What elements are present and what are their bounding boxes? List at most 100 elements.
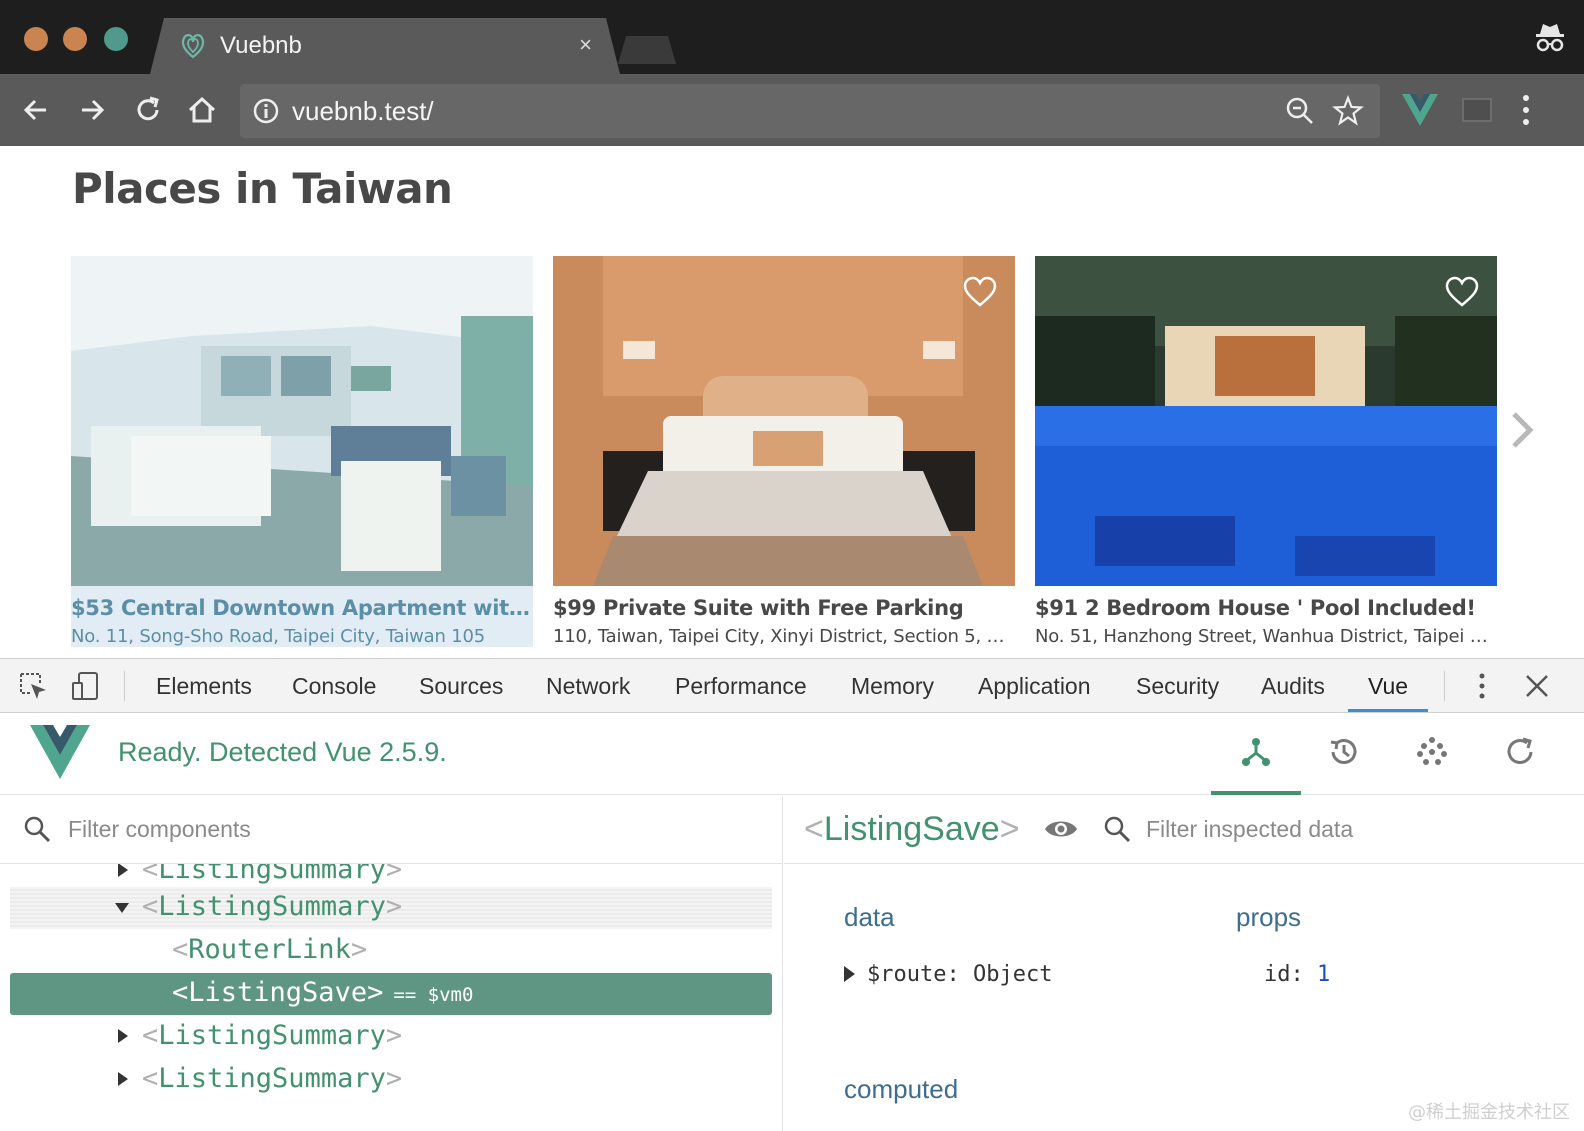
url-text[interactable]: vuebnb.test/ xyxy=(292,96,434,127)
vue-logo xyxy=(30,725,90,779)
browser-tab[interactable]: Vuebnb × xyxy=(150,18,620,74)
route-property[interactable]: $route: Object xyxy=(844,962,1052,987)
tab-console[interactable]: Console xyxy=(292,673,376,700)
listing-photo[interactable] xyxy=(1035,256,1497,586)
expand-arrow-icon[interactable] xyxy=(116,864,130,878)
component-name: ListingSave xyxy=(188,977,368,1008)
browser-toolbar: vuebnb.test/ xyxy=(0,74,1584,146)
component-tree-icon xyxy=(1242,738,1270,766)
component-name: ListingSummary xyxy=(158,1063,386,1094)
inspector-header: <ListingSave> Filter inspected data xyxy=(784,796,1584,864)
device-toolbar-icon[interactable] xyxy=(70,671,100,701)
site-info-icon[interactable] xyxy=(252,97,280,125)
tree-node[interactable]: <RouterLink> xyxy=(10,930,772,972)
forward-arrow-icon[interactable] xyxy=(72,90,112,130)
cast-extension-icon[interactable] xyxy=(1462,98,1492,122)
reload-icon[interactable] xyxy=(128,90,168,130)
tab-security[interactable]: Security xyxy=(1136,673,1219,700)
component-name: ListingSummary xyxy=(158,891,386,922)
tab-sources[interactable]: Sources xyxy=(419,673,503,700)
components-tab-button[interactable] xyxy=(1211,729,1301,795)
search-icon xyxy=(1104,816,1131,843)
new-tab-button[interactable] xyxy=(618,36,676,64)
tree-node[interactable]: <ListingSummary> xyxy=(10,887,772,929)
tab-network[interactable]: Network xyxy=(546,673,630,700)
back-arrow-icon[interactable] xyxy=(16,90,56,130)
eye-icon[interactable] xyxy=(1044,816,1078,842)
expand-arrow-icon[interactable] xyxy=(116,1028,130,1044)
vue-devtools-extension-icon[interactable] xyxy=(1402,94,1438,126)
listing-photo[interactable] xyxy=(71,256,533,586)
listing-address: No. 11, Song-Sho Road, Taipei City, Taiw… xyxy=(71,626,485,647)
inspected-component-name: <ListingSave> xyxy=(804,810,1020,848)
carousel-next-icon[interactable] xyxy=(1510,410,1534,450)
home-icon[interactable] xyxy=(182,90,222,130)
tab-vue[interactable]: Vue xyxy=(1368,673,1408,700)
zoom-out-icon[interactable] xyxy=(1284,95,1316,127)
events-timeline-button[interactable] xyxy=(1299,729,1389,795)
devtools-panel: Elements Console Sources Network Perform… xyxy=(0,658,1584,1131)
devtools-tab-bar: Elements Console Sources Network Perform… xyxy=(0,659,1584,713)
minimize-window-button[interactable] xyxy=(63,27,87,51)
component-name: RouterLink xyxy=(188,934,351,965)
toolbar-divider xyxy=(124,671,125,701)
listing-title[interactable]: $53 Central Downtown Apartment with A... xyxy=(71,596,533,620)
tab-application[interactable]: Application xyxy=(978,673,1091,700)
expand-arrow-icon[interactable] xyxy=(116,1071,130,1087)
vm-reference: == $vm0 xyxy=(393,984,474,1006)
tab-title: Vuebnb xyxy=(220,32,302,59)
tree-node-selected[interactable]: <ListingSave> == $vm0 xyxy=(10,973,772,1015)
component-name: ListingSummary xyxy=(158,864,386,885)
save-heart-icon[interactable] xyxy=(1445,276,1479,308)
save-heart-icon[interactable] xyxy=(963,276,997,308)
data-section-title: data xyxy=(844,902,895,932)
props-section-title: props xyxy=(1236,902,1302,932)
listing-title[interactable]: $99 Private Suite with Free Parking xyxy=(553,596,1015,620)
page-title: Places in Taiwan xyxy=(72,164,453,213)
tab-audits[interactable]: Audits xyxy=(1261,673,1325,700)
address-bar[interactable]: vuebnb.test/ xyxy=(240,84,1380,138)
tree-node[interactable]: <ListingSummary> xyxy=(10,1059,772,1101)
devtools-menu-icon[interactable] xyxy=(1470,671,1494,701)
filter-components-input[interactable]: Filter components xyxy=(68,816,251,843)
browser-titlebar: Vuebnb × xyxy=(0,0,1584,74)
filter-inspected-data-input[interactable]: Filter inspected data xyxy=(1146,816,1353,843)
watermark-text: @稀土掘金技术社区 xyxy=(1408,1102,1570,1123)
dots-grid-icon xyxy=(1417,737,1447,765)
computed-section-title: computed xyxy=(844,1074,959,1104)
close-window-button[interactable] xyxy=(24,27,48,51)
vuex-button[interactable] xyxy=(1387,729,1477,795)
expand-arrow-icon xyxy=(844,966,855,982)
refresh-icon xyxy=(1507,737,1533,764)
listing-address: No. 51, Hanzhong Street, Wanhua District… xyxy=(1035,626,1497,647)
component-tree-pane: Filter components <ListingSummary> <List… xyxy=(0,796,783,1131)
tree-node[interactable]: <ListingSummary> xyxy=(10,1016,772,1058)
collapse-arrow-icon[interactable] xyxy=(114,901,130,915)
bookmark-star-icon[interactable] xyxy=(1332,95,1364,127)
refresh-button[interactable] xyxy=(1475,729,1565,795)
tab-close-icon[interactable]: × xyxy=(579,32,592,58)
active-tab-indicator xyxy=(1348,709,1428,712)
listing-title[interactable]: $91 2 Bedroom House ' Pool Included! xyxy=(1035,596,1497,620)
listing-card[interactable]: $99 Private Suite with Free Parking 110,… xyxy=(553,256,1015,647)
page-content: Places in Taiwan $53 Central Downtown Ap… xyxy=(0,146,1584,658)
maximize-window-button[interactable] xyxy=(104,27,128,51)
history-icon xyxy=(1330,739,1357,764)
component-name: ListingSummary xyxy=(158,1020,386,1051)
listing-card[interactable]: $53 Central Downtown Apartment with A...… xyxy=(71,256,533,647)
browser-menu-icon[interactable] xyxy=(1520,92,1532,128)
inspector-pane: <ListingSave> Filter inspected data data… xyxy=(784,796,1584,1131)
toolbar-divider xyxy=(1444,671,1445,701)
tab-performance[interactable]: Performance xyxy=(675,673,807,700)
tab-elements[interactable]: Elements xyxy=(156,673,252,700)
vue-devtools-header: Ready. Detected Vue 2.5.9. xyxy=(0,713,1584,795)
vue-status-text: Ready. Detected Vue 2.5.9. xyxy=(118,737,447,767)
incognito-icon xyxy=(1536,24,1564,52)
vuebnb-logo-icon xyxy=(178,30,208,60)
listing-photo[interactable] xyxy=(553,256,1015,586)
listing-card[interactable]: $91 2 Bedroom House ' Pool Included! No.… xyxy=(1035,256,1497,647)
tab-memory[interactable]: Memory xyxy=(851,673,934,700)
filter-components-field[interactable]: Filter components xyxy=(0,796,782,864)
inspect-element-icon[interactable] xyxy=(18,671,48,701)
close-devtools-icon[interactable] xyxy=(1522,671,1552,701)
